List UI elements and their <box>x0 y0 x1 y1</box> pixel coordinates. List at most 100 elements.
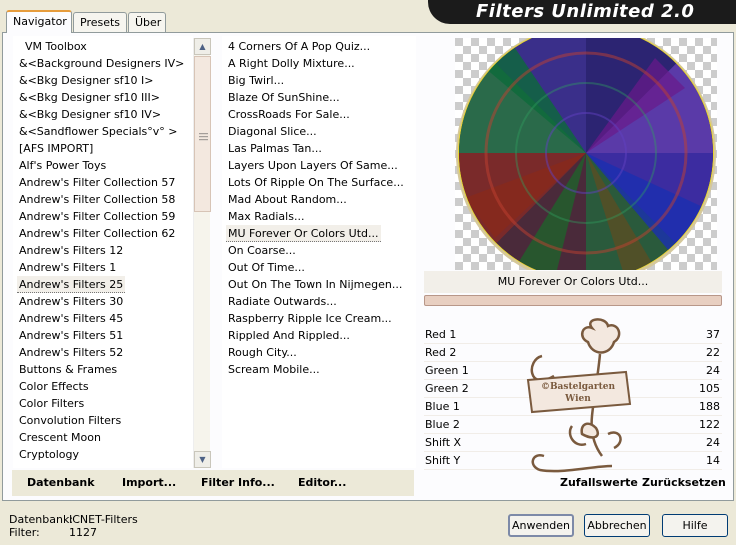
filter-item[interactable]: Radiate Outwards... <box>226 293 339 310</box>
category-item[interactable]: Andrew's Filters 45 <box>17 310 125 327</box>
param-value: 105 <box>699 382 720 395</box>
filter-item[interactable]: On Coarse... <box>226 242 298 259</box>
param-label: Red 2 <box>425 346 457 359</box>
category-item[interactable]: &<Bkg Designer sf10 III> <box>17 89 162 106</box>
button-label: Editor... <box>298 476 347 489</box>
param-value: 188 <box>699 400 720 413</box>
datenbank-button[interactable]: Datenbank <box>27 476 95 489</box>
import-button[interactable]: Import... <box>122 476 176 489</box>
param-value: 37 <box>706 328 720 341</box>
filter-item[interactable]: Scream Mobile... <box>226 361 322 378</box>
param-label: Blue 2 <box>425 418 460 431</box>
intensity-slider[interactable] <box>424 295 722 306</box>
scroll-down-button[interactable]: ▼ <box>194 451 211 468</box>
filter-item[interactable]: A Right Dolly Mixture... <box>226 55 357 72</box>
filter-item[interactable]: Rippled And Rippled... <box>226 327 352 344</box>
category-list[interactable]: VM Toolbox &<Background Designers IV> &<Bk… <box>13 36 193 468</box>
filter-item[interactable]: Mad About Random... <box>226 191 349 208</box>
param-value: 24 <box>706 436 720 449</box>
param-value: 122 <box>699 418 720 431</box>
tab-label: Presets <box>80 16 121 29</box>
status-filter-label: Filter: <box>9 526 40 539</box>
category-item[interactable]: Alf's Power Toys <box>17 157 108 174</box>
category-item[interactable]: Andrew's Filters 25 <box>17 276 126 293</box>
category-item[interactable]: Andrew's Filters 52 <box>17 344 125 361</box>
filter-item[interactable]: Raspberry Ripple Ice Cream... <box>226 310 394 327</box>
watermark-text: ©Bastelgarten Wien <box>540 382 616 404</box>
scroll-up-button[interactable]: ▲ <box>194 38 211 55</box>
filter-info-button[interactable]: Filter Info... <box>201 476 275 489</box>
scroll-thumb[interactable]: ― ― ― <box>194 56 211 212</box>
button-label: Filter Info... <box>201 476 275 489</box>
filter-item[interactable]: Blaze Of SunShine... <box>226 89 342 106</box>
filter-item[interactable]: Rough City... <box>226 344 299 361</box>
category-item[interactable]: Convolution Filters <box>17 412 123 429</box>
category-item[interactable]: Andrew's Filters 30 <box>17 293 125 310</box>
apply-button[interactable]: Anwenden <box>508 514 574 537</box>
button-label: Zufallswerte <box>560 476 638 489</box>
filter-item[interactable]: Las Palmas Tan... <box>226 140 324 157</box>
category-item[interactable]: Andrew's Filter Collection 57 <box>17 174 177 191</box>
param-value: 22 <box>706 346 720 359</box>
category-item[interactable]: Crescent Moon <box>17 429 103 446</box>
filter-item[interactable]: Diagonal Slice... <box>226 123 319 140</box>
random-values-button[interactable]: Zufallswerte <box>560 476 638 489</box>
filter-item[interactable]: CrossRoads For Sale... <box>226 106 352 123</box>
param-label: Green 1 <box>425 364 469 377</box>
category-item[interactable]: VM Toolbox <box>23 38 89 55</box>
category-scrollbar[interactable]: ▲ ― ― ― ▼ <box>193 38 211 468</box>
category-item[interactable]: [AFS IMPORT] <box>17 140 95 157</box>
category-item[interactable]: Buttons & Frames <box>17 361 119 378</box>
param-value: 24 <box>706 364 720 377</box>
filter-item[interactable]: Out Of Time... <box>226 259 307 276</box>
category-item[interactable]: Andrew's Filter Collection 58 <box>17 191 177 208</box>
category-item[interactable]: &<Background Designers IV> <box>17 55 186 72</box>
status-datenbank-label: Datenbank: <box>9 513 74 526</box>
tab-presets[interactable]: Presets <box>73 12 127 32</box>
button-label: Zurücksetzen <box>642 476 726 489</box>
reset-button[interactable]: Zurücksetzen <box>642 476 726 489</box>
filter-item[interactable]: Big Twirl... <box>226 72 286 89</box>
button-label: Datenbank <box>27 476 95 489</box>
help-button[interactable]: Hilfe <box>662 514 728 537</box>
category-item[interactable]: Andrew's Filter Collection 59 <box>17 208 177 225</box>
category-item[interactable]: Cryptology <box>17 446 81 463</box>
tab-navigator[interactable]: Navigator <box>6 10 72 33</box>
category-item[interactable]: &<Bkg Designer sf10 I> <box>17 72 156 89</box>
filter-item[interactable]: Max Radials... <box>226 208 306 225</box>
tab-label: Über <box>135 16 162 29</box>
editor-button[interactable]: Editor... <box>298 476 346 489</box>
tab-ueber[interactable]: Über <box>128 12 166 32</box>
category-item[interactable]: &<Sandflower Specials°v° > <box>17 123 180 140</box>
category-item[interactable]: Andrew's Filters 1 <box>17 259 118 276</box>
category-item[interactable]: Color Filters <box>17 395 86 412</box>
category-item[interactable]: Color Effects <box>17 378 91 395</box>
button-label: Abbrechen <box>587 519 647 532</box>
filter-item[interactable]: 4 Corners Of A Pop Quiz... <box>226 38 372 55</box>
filter-list[interactable]: 4 Corners Of A Pop Quiz... A Right Dolly … <box>222 36 416 468</box>
tab-label: Navigator <box>13 15 67 28</box>
app-title: Filters Unlimited 2.0 <box>476 1 695 22</box>
category-item[interactable]: Andrew's Filters 12 <box>17 242 125 259</box>
filter-item[interactable]: Lots Of Ripple On The Surface... <box>226 174 406 191</box>
param-value: 14 <box>706 454 720 467</box>
cancel-button[interactable]: Abbrechen <box>584 514 650 537</box>
grip-icon: ― ― ― <box>199 129 208 145</box>
param-label: Shift Y <box>425 454 461 467</box>
param-label: Blue 1 <box>425 400 460 413</box>
filter-item[interactable]: Layers Upon Layers Of Same... <box>226 157 400 174</box>
category-item[interactable]: &<Bkg Designer sf10 IV> <box>17 106 163 123</box>
filter-item[interactable]: Out On The Town In Nijmegen... <box>226 276 404 293</box>
preview-image <box>455 38 717 270</box>
category-item[interactable]: Andrew's Filter Collection 62 <box>17 225 177 242</box>
filter-item[interactable]: MU Forever Or Colors Utd... <box>226 225 381 242</box>
status-filter-value: 1127 <box>69 526 97 539</box>
category-item[interactable]: Andrew's Filters 51 <box>17 327 125 344</box>
param-label: Shift X <box>425 436 462 449</box>
status-datenbank-value: ICNET-Filters <box>69 513 138 526</box>
button-label: Anwenden <box>512 519 570 532</box>
button-label: Hilfe <box>682 519 708 532</box>
button-label: Import... <box>122 476 177 489</box>
param-label: Red 1 <box>425 328 457 341</box>
selected-filter-name: MU Forever Or Colors Utd... <box>424 271 722 293</box>
